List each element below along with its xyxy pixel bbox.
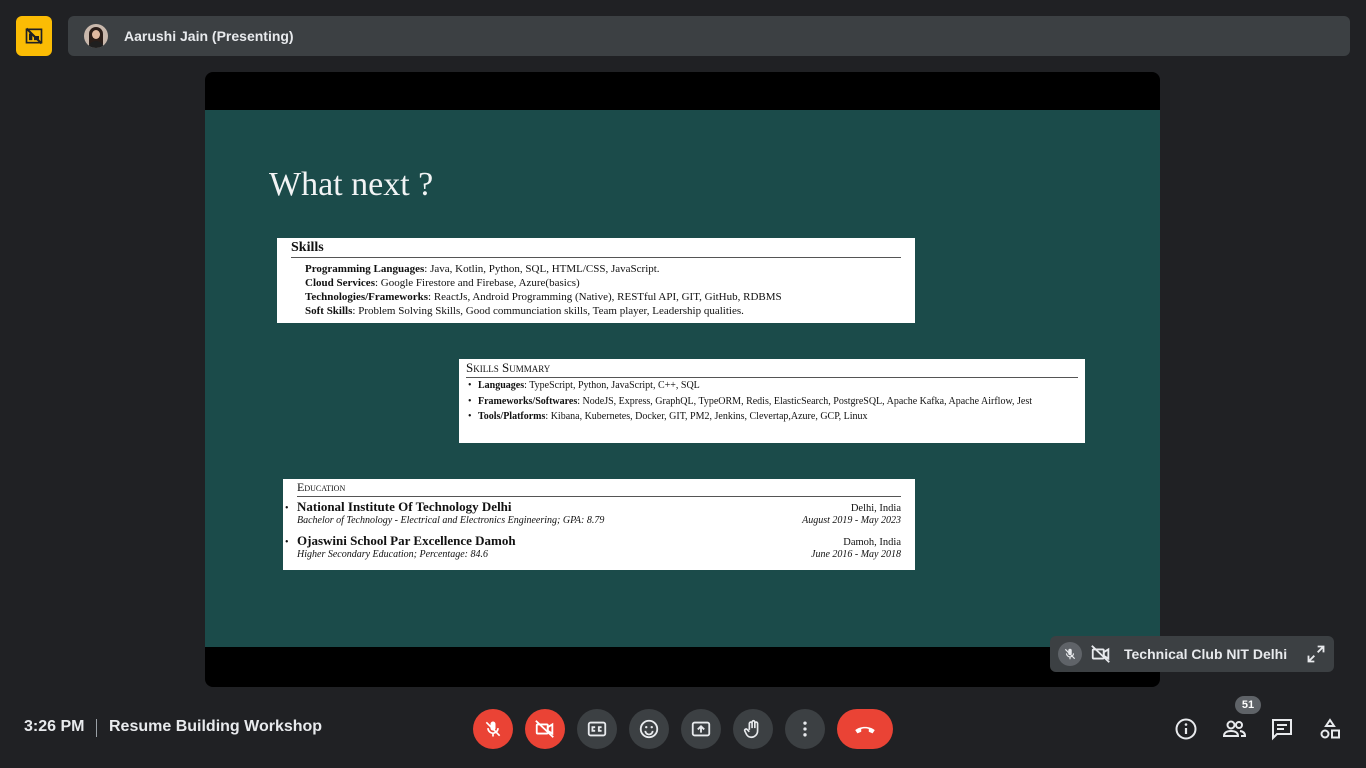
skills-row: Technologies/Frameworks: ReactJs, Androi…: [305, 291, 782, 303]
chat-button[interactable]: [1268, 715, 1296, 743]
activities-icon: [1320, 718, 1340, 739]
present-button[interactable]: [681, 709, 721, 749]
presenter-name: Aarushi Jain (Presenting): [124, 28, 294, 44]
summary-heading: Skills Summary: [466, 360, 1078, 378]
education-entry: • National Institute Of Technology Delhi…: [285, 499, 901, 526]
mic-toggle-button[interactable]: [473, 709, 513, 749]
videocam-off-icon: [535, 720, 554, 738]
self-name: Technical Club NIT Delhi: [1124, 646, 1288, 662]
skills-summary-card: Skills Summary Languages: TypeScript, Py…: [459, 359, 1085, 443]
videocam-off-icon: [1090, 643, 1112, 665]
present-screen-icon: [691, 721, 711, 737]
camera-toggle-button[interactable]: [525, 709, 565, 749]
education-heading: Education: [297, 480, 901, 497]
degree: Bachelor of Technology - Electrical and …: [297, 515, 605, 526]
dates: June 2016 - May 2018: [811, 549, 901, 560]
skills-row: Programming Languages: Java, Kotlin, Pyt…: [305, 263, 660, 275]
layout-off-icon: [25, 27, 43, 45]
emoji-button[interactable]: [629, 709, 669, 749]
participant-count-badge: 51: [1235, 696, 1261, 714]
people-button[interactable]: [1220, 715, 1248, 743]
divider: [96, 719, 97, 737]
self-tile[interactable]: Technical Club NIT Delhi: [1050, 636, 1334, 672]
dates: August 2019 - May 2023: [802, 515, 901, 526]
summary-item: Languages: TypeScript, Python, JavaScrip…: [466, 380, 1078, 393]
summary-item: Tools/Platforms: Kibana, Kubernetes, Doc…: [466, 411, 1078, 424]
degree: Higher Secondary Education; Percentage: …: [297, 549, 488, 560]
info-icon: [1175, 718, 1197, 740]
education-card: Education • National Institute Of Techno…: [283, 479, 915, 570]
skills-heading: Skills: [291, 240, 901, 258]
emoji-icon: [639, 719, 659, 739]
layout-off-button[interactable]: [16, 16, 52, 56]
school-place: Damoh, India: [843, 537, 901, 548]
summary-item: Frameworks/Softwares: NodeJS, Express, G…: [466, 396, 1078, 409]
skills-card: Skills Programming Languages: Java, Kotl…: [277, 238, 915, 323]
presentation-stage: What next ? Skills Programming Languages…: [205, 72, 1160, 687]
slide-title: What next ?: [269, 166, 434, 203]
school-name: Ojaswini School Par Excellence Damoh: [297, 533, 516, 548]
expand-icon[interactable]: [1306, 644, 1326, 664]
captions-button[interactable]: [577, 709, 617, 749]
avatar: [84, 24, 108, 48]
school-place: Delhi, India: [850, 503, 901, 514]
call-end-icon: [855, 726, 875, 734]
meeting-details-button[interactable]: [1172, 715, 1200, 743]
slide: What next ? Skills Programming Languages…: [205, 110, 1160, 647]
presenter-bar: Aarushi Jain (Presenting): [68, 16, 1350, 56]
meeting-title: Resume Building Workshop: [109, 718, 323, 735]
raise-hand-icon: [743, 719, 759, 739]
closed-caption-icon: [587, 721, 607, 737]
mic-off-icon: [1058, 642, 1082, 666]
chat-icon: [1272, 719, 1292, 741]
raise-hand-button[interactable]: [733, 709, 773, 749]
more-options-button[interactable]: [785, 709, 825, 749]
mic-off-icon: [485, 721, 501, 737]
leave-call-button[interactable]: [837, 709, 893, 749]
education-entry: • Ojaswini School Par Excellence Damoh D…: [285, 533, 901, 560]
school-name: National Institute Of Technology Delhi: [297, 499, 512, 514]
skills-row: Cloud Services: Google Firestore and Fir…: [305, 277, 580, 289]
clock: 3:26 PM: [24, 718, 85, 735]
more-vert-icon: [803, 721, 807, 737]
people-icon: [1222, 720, 1247, 737]
activities-button[interactable]: [1316, 715, 1344, 743]
skills-row: Soft Skills: Problem Solving Skills, Goo…: [305, 305, 744, 317]
